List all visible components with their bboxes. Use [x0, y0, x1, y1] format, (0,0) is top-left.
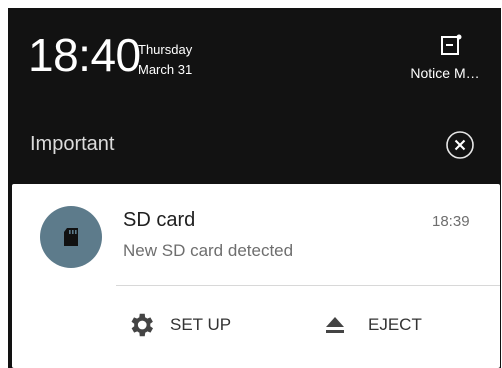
notification-title: SD card [123, 209, 196, 231]
clock-day: Thursday [138, 42, 193, 57]
gear-icon [126, 311, 160, 339]
close-circle-icon[interactable] [445, 130, 475, 160]
eject-icon [324, 311, 358, 339]
eject-label: EJECT [368, 315, 422, 334]
notice-manager-icon [441, 34, 462, 55]
setup-button[interactable]: SET UP [126, 300, 231, 350]
clock-date: March 31 [138, 62, 193, 77]
notice-manager-label: Notice M… [410, 65, 480, 81]
sd-card-icon [64, 228, 78, 246]
section-title: Important [30, 133, 115, 155]
notice-manager-button[interactable]: Notice M… [400, 30, 490, 92]
clock-time: 18:40 [28, 29, 141, 81]
notification-avatar [40, 206, 102, 268]
divider [116, 285, 500, 286]
notification-time: 18:39 [432, 213, 470, 230]
notification-text: New SD card detected [123, 241, 294, 260]
notification-card[interactable]: SD card New SD card detected 18:39 SET U… [12, 184, 500, 368]
setup-label: SET UP [170, 315, 232, 334]
eject-button[interactable]: EJECT [324, 300, 422, 350]
